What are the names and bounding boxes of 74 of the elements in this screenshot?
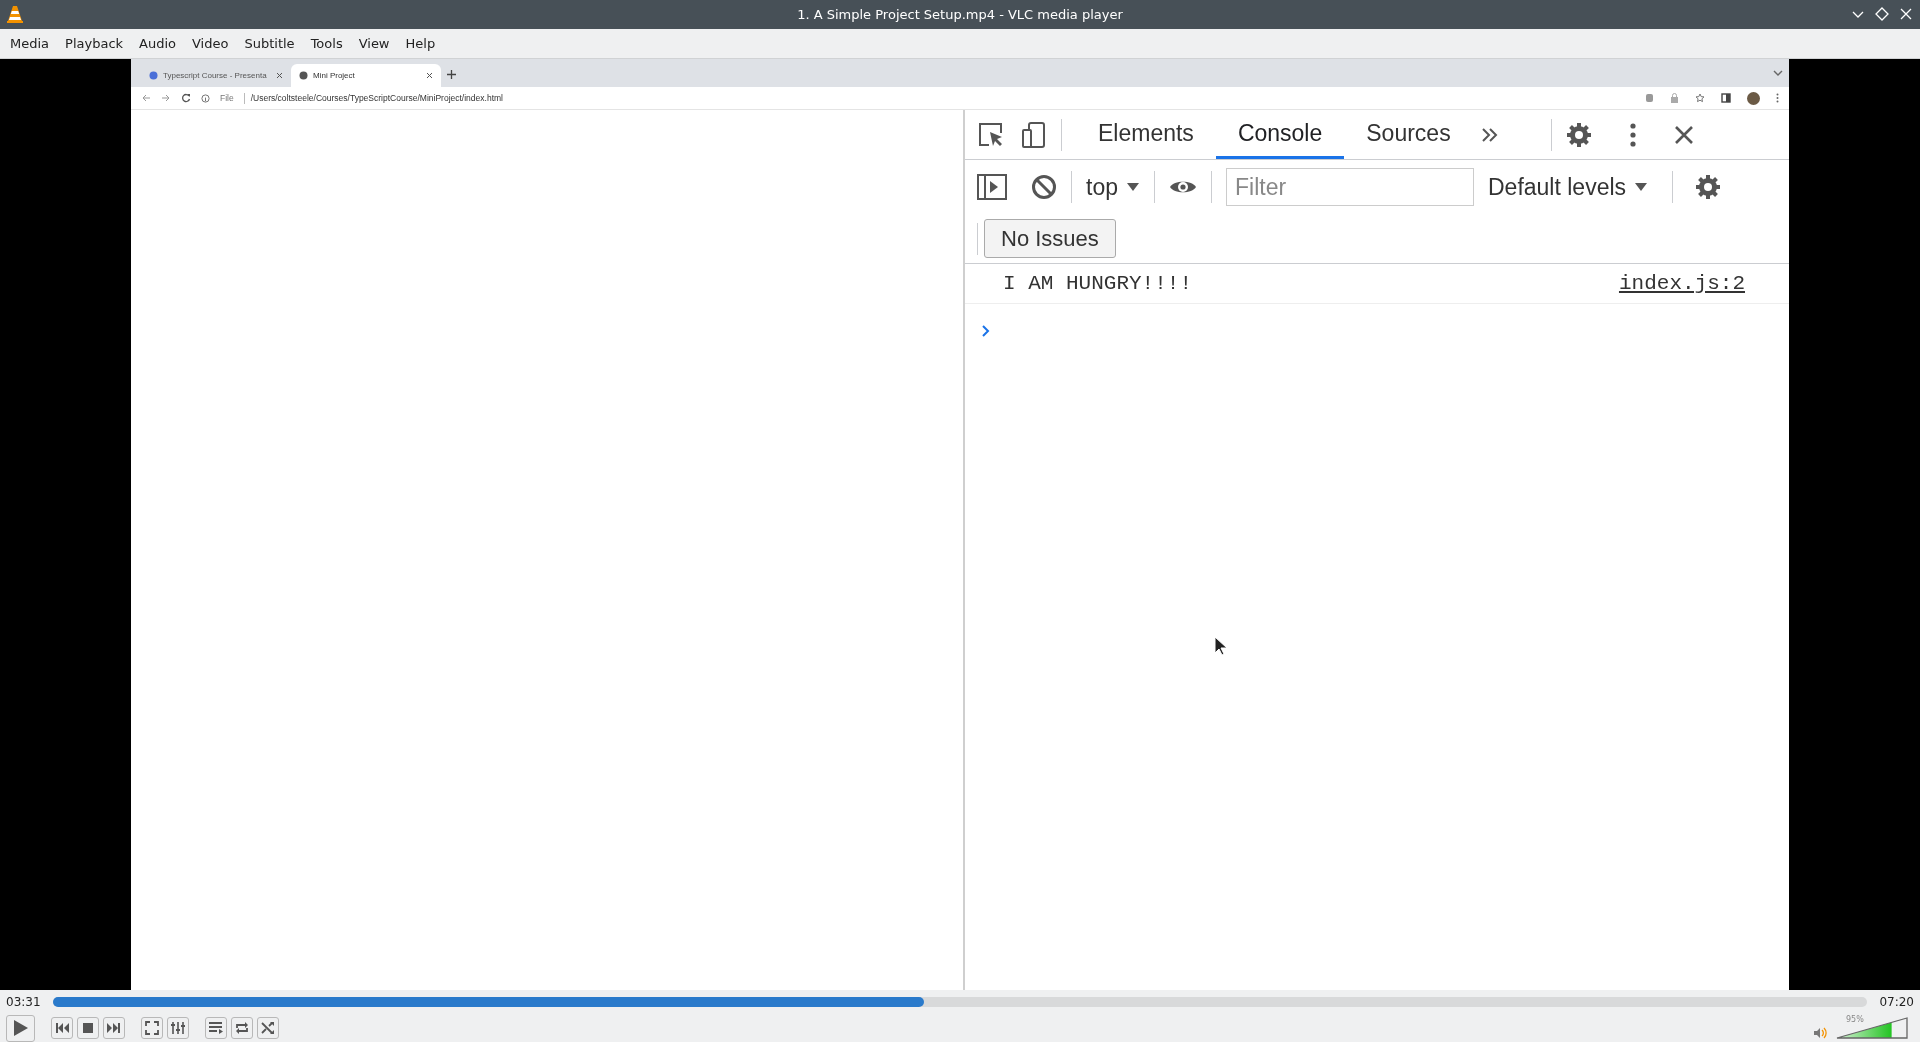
reload-icon[interactable] xyxy=(181,93,191,103)
chevron-down-icon[interactable] xyxy=(1773,69,1783,77)
menu-item[interactable]: Help xyxy=(397,29,444,58)
kebab-menu-icon[interactable] xyxy=(1629,122,1636,147)
menu-item[interactable]: Audio xyxy=(131,29,184,58)
loop-button[interactable] xyxy=(231,1017,253,1039)
caret-icon[interactable] xyxy=(1634,182,1649,192)
stop-icon xyxy=(83,1023,93,1033)
play-icon xyxy=(13,1020,28,1036)
close-icon[interactable] xyxy=(276,71,283,79)
seek-slider[interactable] xyxy=(52,997,1868,1007)
settings-icon[interactable] xyxy=(1695,174,1722,200)
console-message: I AM HUNGRY!!!! xyxy=(1003,270,1193,297)
new-tab-icon[interactable] xyxy=(447,70,456,79)
extended-settings-icon xyxy=(171,1021,185,1035)
sidebar-icon[interactable] xyxy=(977,174,1007,200)
menu-item[interactable]: Video xyxy=(184,29,237,58)
menu-item[interactable]: Playback xyxy=(57,29,132,58)
devtools-tab[interactable]: Elements xyxy=(1076,110,1216,159)
devtools-tab[interactable]: Sources xyxy=(1344,110,1473,159)
close-icon[interactable] xyxy=(1898,6,1914,22)
window-title: 1. A Simple Project Setup.mp4 - VLC media player xyxy=(797,5,1123,24)
menu-item[interactable]: Media xyxy=(2,29,58,58)
browser-tab[interactable]: Typescript Course - Presenta xyxy=(141,64,291,87)
menu-item[interactable]: Tools xyxy=(302,29,351,58)
loop-icon xyxy=(235,1022,249,1034)
source-link[interactable]: index.js:2 xyxy=(1618,267,1745,300)
close-icon[interactable] xyxy=(426,71,433,79)
more-tabs-icon[interactable] xyxy=(1480,125,1499,144)
clear-console-icon[interactable] xyxy=(1031,174,1057,200)
inspect-icon[interactable] xyxy=(977,120,1005,149)
next-icon xyxy=(107,1023,121,1033)
shuffle-icon xyxy=(261,1022,275,1034)
devtools-tab[interactable]: Console xyxy=(1215,110,1345,159)
stop-button[interactable] xyxy=(77,1017,99,1039)
extension-icon[interactable] xyxy=(1645,93,1654,103)
issues-button[interactable]: No Issues xyxy=(984,219,1116,258)
previous-button[interactable] xyxy=(51,1017,73,1039)
shuffle-button[interactable] xyxy=(257,1017,279,1039)
filter-field[interactable]: Filter xyxy=(1226,168,1474,206)
speaker-icon[interactable] xyxy=(1814,1027,1828,1039)
url-text[interactable]: /Users/coltsteele/Courses/TypeScriptCourse/MiniProject/index.html xyxy=(250,91,503,105)
total-time: 07:20 xyxy=(1879,994,1914,1011)
close-icon[interactable] xyxy=(1673,124,1694,145)
kebab-menu-icon[interactable] xyxy=(1776,93,1779,103)
device-toolbar-icon[interactable] xyxy=(1021,120,1047,149)
mouse-cursor-icon xyxy=(1214,636,1228,656)
next-button[interactable] xyxy=(103,1017,125,1039)
play-button[interactable] xyxy=(6,1014,35,1042)
menu-item[interactable]: View xyxy=(350,29,398,58)
caret-icon[interactable] xyxy=(1126,182,1140,192)
side-panel-icon[interactable] xyxy=(1721,93,1731,103)
star-icon[interactable] xyxy=(1695,93,1705,103)
fullscreen-icon xyxy=(145,1021,159,1035)
settings-icon[interactable] xyxy=(1565,121,1592,148)
elapsed-time: 03:31 xyxy=(6,994,41,1011)
vlc-cone-icon xyxy=(7,5,23,23)
avatar-icon[interactable] xyxy=(1747,91,1760,105)
extended-settings-button[interactable] xyxy=(167,1017,189,1039)
previous-icon xyxy=(55,1023,69,1033)
fullscreen-button[interactable] xyxy=(141,1017,163,1039)
browser-tab[interactable]: Mini Project xyxy=(291,64,441,87)
menu-item[interactable]: Subtitle xyxy=(236,29,303,58)
log-levels-dropdown[interactable]: Default levels xyxy=(1488,169,1627,205)
context-label[interactable]: top xyxy=(1086,169,1118,205)
prompt-chevron-icon[interactable] xyxy=(981,323,991,338)
back-arrow-icon[interactable] xyxy=(141,93,151,103)
forward-arrow-icon[interactable] xyxy=(161,93,171,103)
maximize-icon[interactable] xyxy=(1874,6,1890,22)
info-icon[interactable] xyxy=(201,93,210,103)
playlist-icon xyxy=(209,1022,223,1034)
volume-reading: 95% xyxy=(1846,1014,1864,1026)
playlist-button[interactable] xyxy=(205,1017,227,1039)
scheme-label: File xyxy=(220,91,234,105)
